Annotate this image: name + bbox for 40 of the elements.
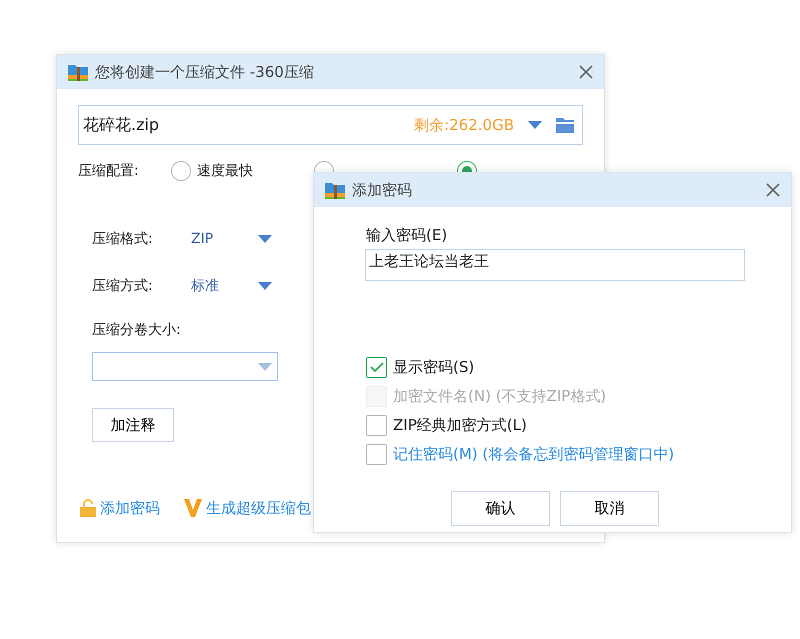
checkbox-label: 记住密码(M) (将会备忘到密码管理窗口中) [393, 444, 674, 465]
split-size-dropdown[interactable] [92, 352, 278, 381]
folder-icon[interactable] [556, 117, 574, 133]
link[interactable]: 生成超级压缩包 [184, 497, 311, 520]
dropdown-caret-icon[interactable] [258, 282, 272, 290]
checkbox[interactable] [366, 444, 387, 464]
unlocked-padlock-icon [80, 499, 96, 518]
link[interactable]: 添加密码 [80, 497, 160, 520]
setting-value[interactable]: ZIP [191, 228, 258, 250]
dropdown-caret-icon[interactable] [528, 121, 542, 129]
checkbox-label: 显示密码(S) [393, 356, 474, 378]
setting-value[interactable]: 标准 [191, 276, 258, 296]
radio-label: 速度最快 [197, 162, 253, 180]
free-space-text: 剩余:262.0GB [414, 114, 514, 136]
cancel-button[interactable]: 取消 [560, 490, 659, 526]
dropdown-caret-icon[interactable] [258, 362, 272, 370]
checkbox-label: ZIP经典加密方式(L) [393, 414, 527, 436]
setting-label: 压缩格式: [92, 230, 154, 248]
archive-folder-icon [67, 62, 89, 82]
setting-label: 压缩方式: [92, 276, 154, 296]
checkbox[interactable] [366, 356, 387, 378]
confirm-button[interactable]: 确认 [451, 490, 550, 526]
dropdown-caret-icon[interactable] [258, 235, 272, 243]
checkbox[interactable] [366, 414, 387, 436]
checkbox-label: 加密文件名(N) (不支持ZIP格式) [393, 386, 606, 407]
add-comment-button[interactable]: 加注释 [92, 408, 174, 442]
radio-button[interactable] [171, 161, 191, 181]
close-button[interactable] [765, 182, 781, 198]
archive-folder-icon [324, 180, 346, 200]
config-label: 压缩配置: [78, 162, 140, 180]
window-title: 添加密码 [352, 180, 413, 201]
password-field[interactable]: 上老王论坛当老王 [365, 248, 745, 280]
file-path-field[interactable]: 花碎花.zip 剩余:262.0GB [78, 105, 583, 145]
split-size-label: 压缩分卷大小: [92, 320, 181, 340]
window-title: 您将创建一个压缩文件 -360压缩 [95, 62, 315, 83]
checkmark-icon [370, 362, 384, 372]
file-name: 花碎花.zip [83, 114, 160, 136]
close-button[interactable] [578, 64, 594, 80]
password-label: 输入密码(E) [366, 225, 448, 246]
v-logo-icon [184, 499, 202, 518]
